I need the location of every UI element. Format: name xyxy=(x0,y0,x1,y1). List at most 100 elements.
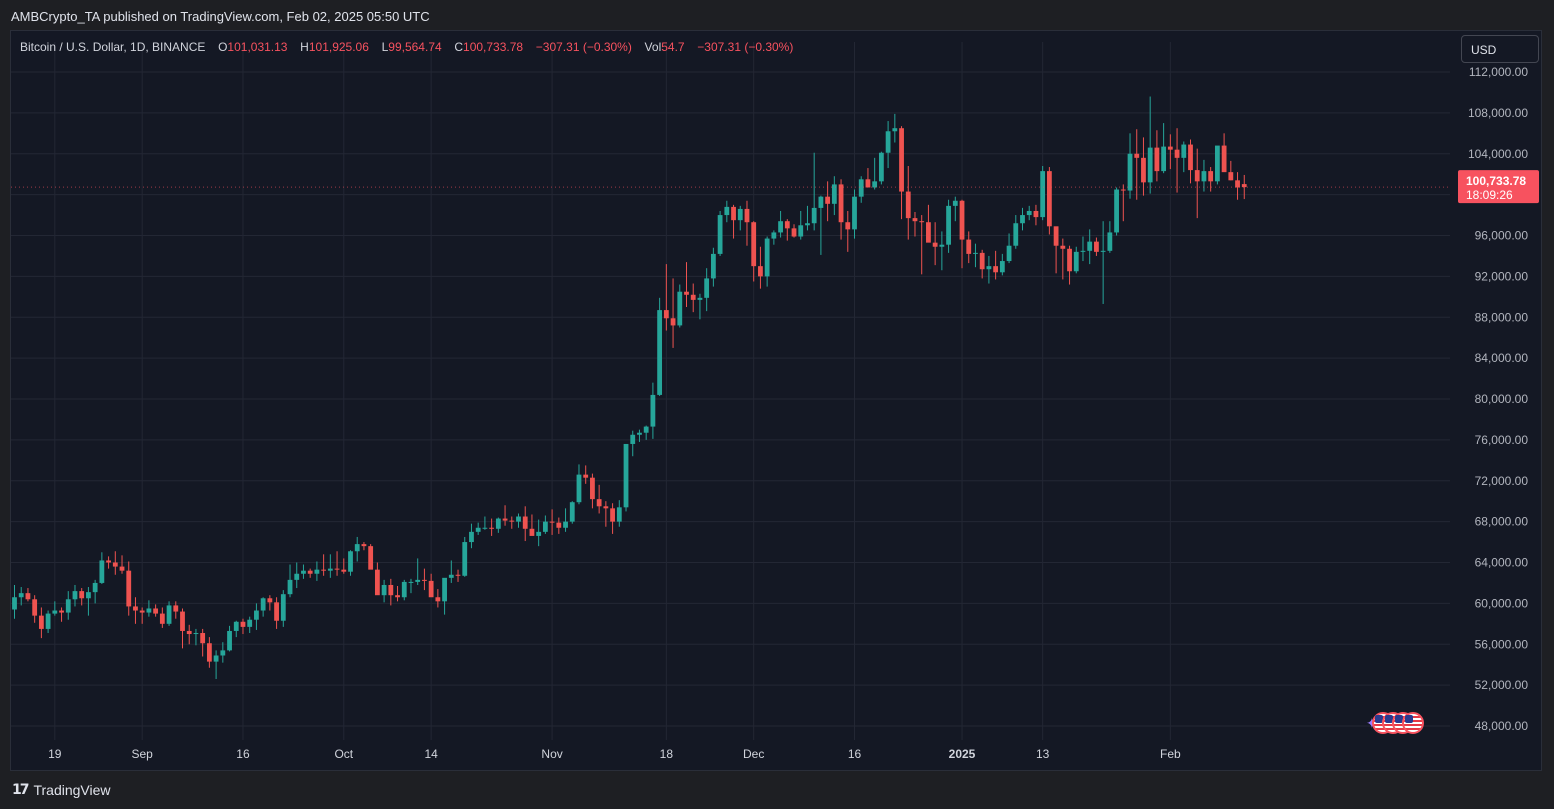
candle-body xyxy=(334,568,340,570)
candle-body xyxy=(1020,215,1025,224)
economic-events[interactable]: ✦ xyxy=(1366,712,1426,736)
candle-body xyxy=(469,531,474,543)
legend-vol-label: Vol xyxy=(644,40,662,54)
candle-body xyxy=(32,599,38,616)
candle-body xyxy=(845,222,851,230)
candle-body xyxy=(455,574,461,576)
candle-body xyxy=(381,584,387,596)
candle-body xyxy=(1040,171,1046,218)
candle-body xyxy=(1073,251,1079,272)
candle-body xyxy=(623,443,629,508)
candle-body xyxy=(1228,172,1234,181)
candle-body xyxy=(86,592,91,599)
legend-close-label: C xyxy=(454,40,464,54)
candle-body xyxy=(744,208,750,223)
candle-body xyxy=(327,568,333,571)
candle-body xyxy=(932,242,938,247)
x-tick-label: Feb xyxy=(1160,747,1181,761)
candle-body xyxy=(1161,146,1167,172)
candle-body xyxy=(831,184,837,204)
candle-body xyxy=(1060,245,1066,249)
candle-body xyxy=(72,591,78,600)
candle-body xyxy=(200,633,206,644)
candle-body xyxy=(45,613,51,629)
candle-body xyxy=(126,570,132,607)
candle-body xyxy=(979,252,985,270)
candle-body xyxy=(254,610,259,620)
candle-body xyxy=(240,621,246,627)
candle-body xyxy=(858,179,864,197)
symbol-legend: Bitcoin / U.S. Dollar, 1D, BINANCE O101,… xyxy=(20,40,793,54)
candle-body xyxy=(388,584,394,596)
candle-body xyxy=(684,291,689,295)
candle-body xyxy=(133,606,138,611)
currency-button[interactable]: USD xyxy=(1461,35,1539,63)
candle-body xyxy=(1013,223,1019,246)
candle-body xyxy=(462,542,468,576)
candle-body xyxy=(959,200,965,240)
candle-body xyxy=(563,521,568,528)
x-tick-label: 19 xyxy=(48,747,62,761)
candle-body xyxy=(146,608,152,613)
candle-body xyxy=(825,196,831,204)
candle-body xyxy=(442,577,447,602)
candle-body xyxy=(99,560,105,583)
candle-body xyxy=(59,610,64,613)
candle-body xyxy=(260,598,266,611)
candle-body xyxy=(428,580,434,598)
x-tick-label: Nov xyxy=(541,747,562,761)
candle-body xyxy=(529,528,535,536)
candle-body xyxy=(180,611,185,631)
legend-symbol[interactable]: Bitcoin / U.S. Dollar, 1D, BINANCE xyxy=(20,40,205,54)
candle-body xyxy=(657,310,663,395)
us-flag-icon[interactable] xyxy=(1402,712,1424,734)
candle-body xyxy=(341,569,347,572)
x-tick-label: Dec xyxy=(743,747,764,761)
candle-body xyxy=(401,581,407,598)
candle-body xyxy=(186,630,192,635)
candle-body xyxy=(670,318,676,326)
y-tick-label: 104,000.00 xyxy=(1468,147,1528,161)
candle-body xyxy=(663,310,669,319)
x-tick-label: 13 xyxy=(1036,747,1050,761)
candle-body xyxy=(374,569,380,596)
candle-body xyxy=(542,521,548,532)
x-tick-label: Sep xyxy=(132,747,154,761)
candle-body xyxy=(1046,171,1052,227)
candle-body xyxy=(791,228,797,237)
price-chart[interactable]: 112,000.00 108,000.00 104,000.00 96,000.00 9… xyxy=(0,0,1554,809)
legend-high-value: 101,925.06 xyxy=(308,40,369,54)
y-tick-label: 52,000.00 xyxy=(1475,678,1529,692)
x-tick-label: 18 xyxy=(660,747,674,761)
candle-body xyxy=(1067,248,1072,272)
y-tick-label: 96,000.00 xyxy=(1475,229,1529,243)
candle-body xyxy=(764,238,770,277)
candle-body xyxy=(603,506,609,509)
y-tick-label: 72,000.00 xyxy=(1475,474,1529,488)
candle-body xyxy=(536,531,542,536)
candle-body xyxy=(892,128,898,132)
candle-body xyxy=(482,527,488,529)
candle-body xyxy=(731,206,736,221)
candle-body xyxy=(1134,153,1140,158)
candle-body xyxy=(1241,184,1247,188)
candle-body xyxy=(1174,149,1180,158)
candle-body xyxy=(912,218,918,222)
candle-body xyxy=(495,518,501,529)
candle-body xyxy=(677,291,683,326)
candle-body xyxy=(38,615,44,629)
candle-body xyxy=(1100,250,1106,252)
legend-vol-value: 54.7 xyxy=(661,40,685,54)
candle-body xyxy=(153,608,159,614)
candle-body xyxy=(368,546,374,570)
candle-body xyxy=(616,507,622,522)
candle-body xyxy=(227,630,232,651)
candle-body xyxy=(905,191,911,219)
candle-body xyxy=(778,221,783,233)
candle-body xyxy=(408,581,414,583)
candle-body xyxy=(448,574,454,578)
candle-body xyxy=(267,598,273,603)
candle-body xyxy=(737,208,743,221)
candle-body xyxy=(287,579,293,595)
x-tick-label: 2025 xyxy=(949,747,976,761)
